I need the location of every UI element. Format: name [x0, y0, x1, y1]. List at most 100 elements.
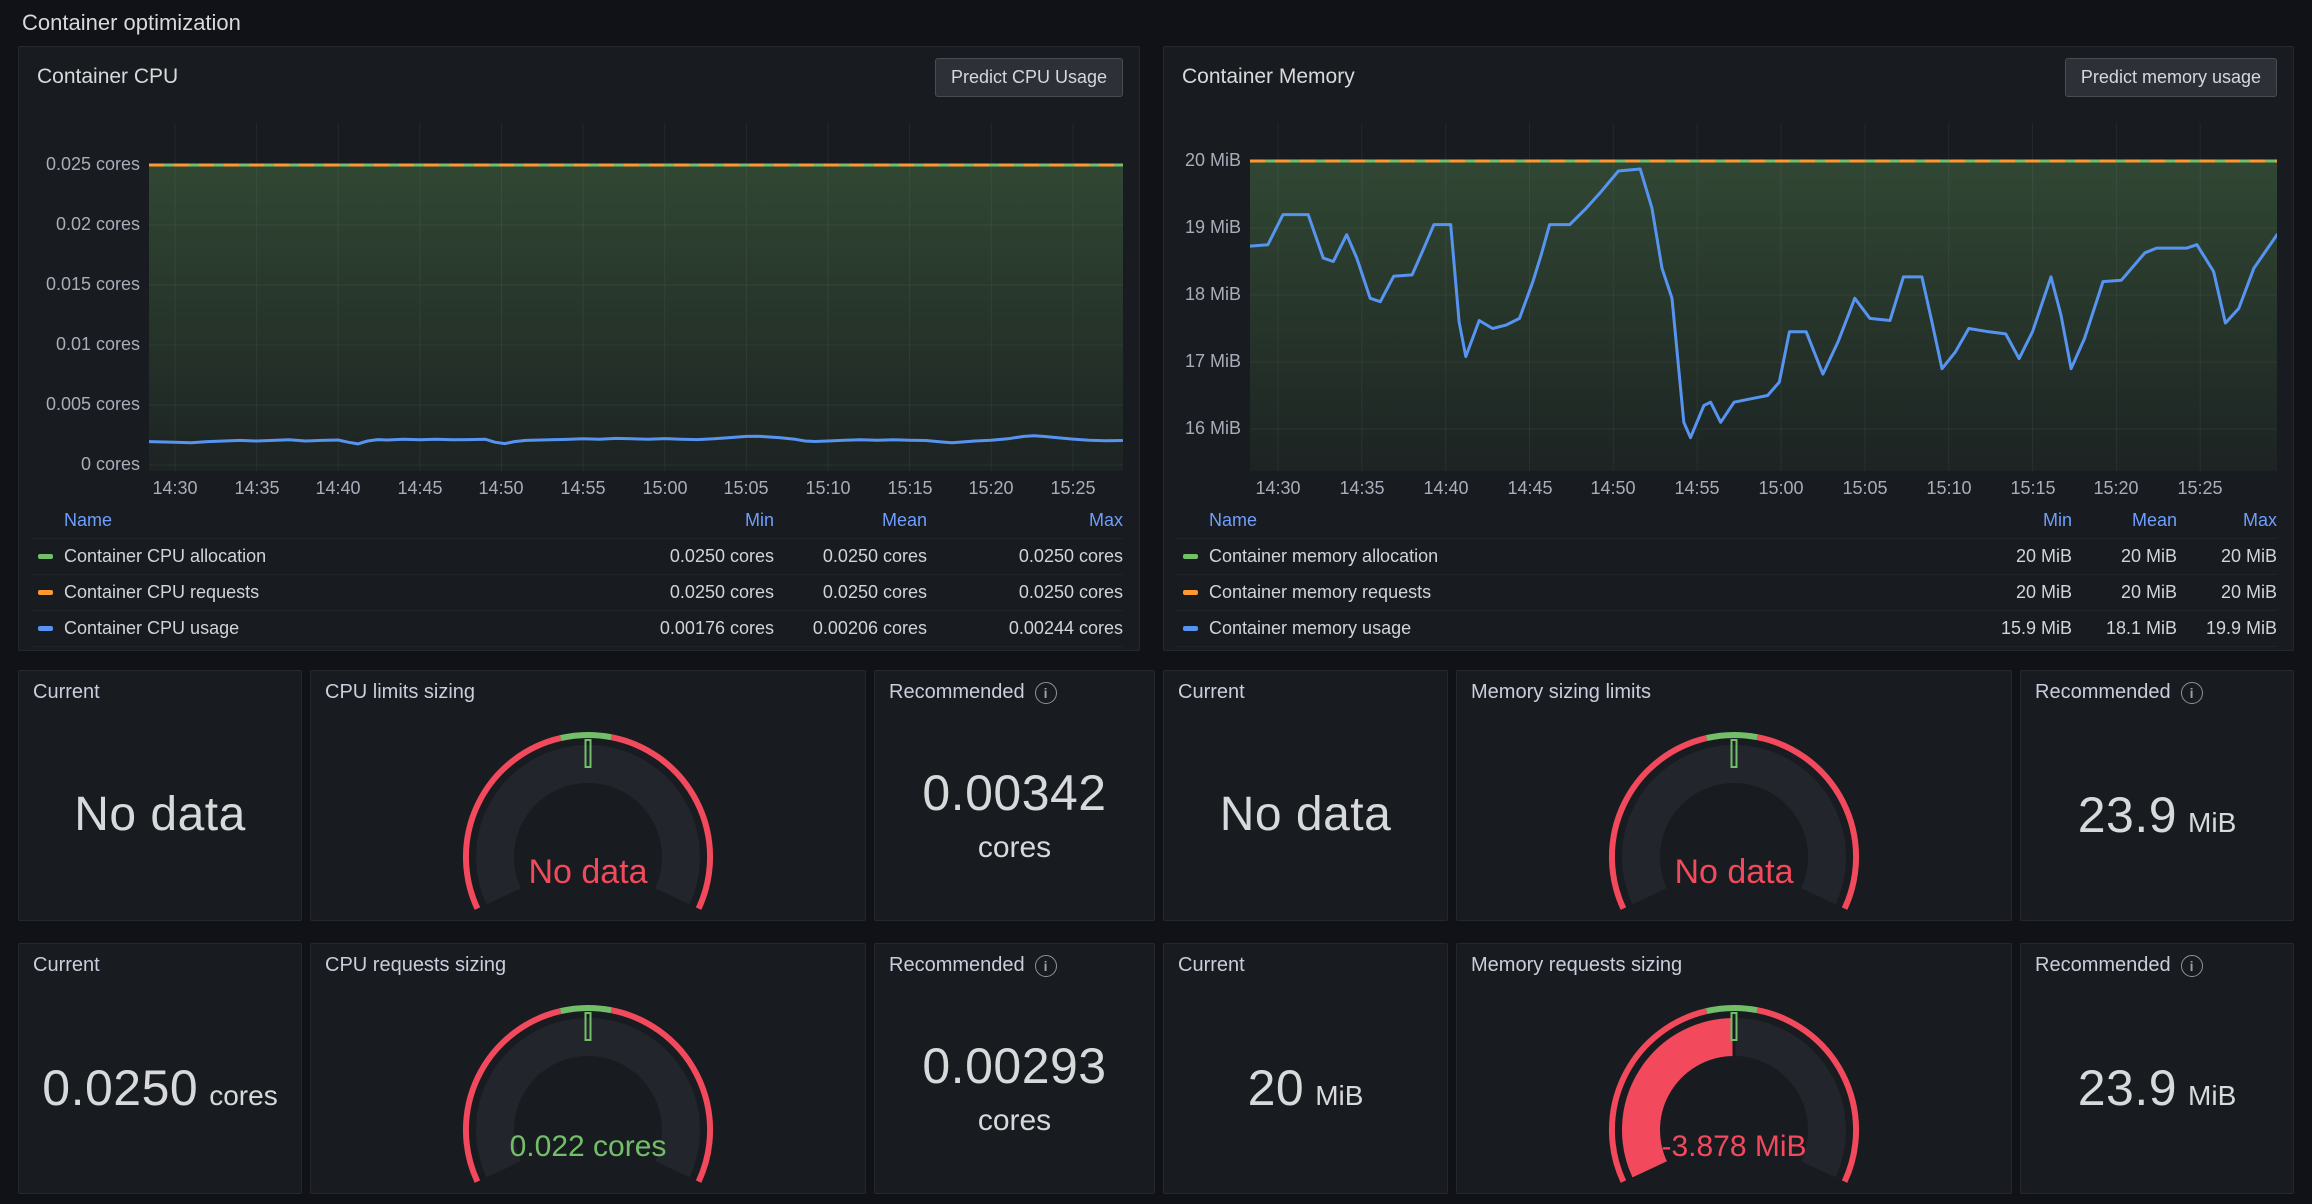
stat-title: Recommended — [889, 681, 1025, 704]
x-tick-label: 15:05 — [706, 478, 786, 499]
memory-y-axis: 16 MiB17 MiB18 MiB19 MiB20 MiB — [1176, 123, 1250, 471]
y-tick-label: 19 MiB — [1185, 217, 1241, 238]
x-tick-label: 14:40 — [1406, 478, 1486, 499]
series-mean: 20 MiB — [2072, 582, 2177, 603]
series-name: Container memory allocation — [1209, 546, 1438, 567]
x-tick-label: 15:00 — [625, 478, 705, 499]
memory-legend: Name Min Mean Max Container memory alloc… — [1176, 503, 2277, 647]
legend-header-max[interactable]: Max — [2177, 510, 2277, 531]
legend-row: Container CPU requests 0.0250 cores 0.02… — [31, 575, 1123, 611]
gauge-panel-memory-requests-sizing: -3.878 MiB Memory requests sizing — [1456, 943, 2012, 1194]
svg-text:-3.878 MiB: -3.878 MiB — [1661, 1130, 1806, 1163]
info-icon[interactable]: i — [1035, 682, 1057, 704]
stat-panel-current-cpu-limit: Current No data — [18, 670, 302, 921]
x-tick-label: 14:55 — [1657, 478, 1737, 499]
stat-panel-recommended-cpu-request: Recommended i 0.00293 cores — [874, 943, 1155, 1194]
stat-unit: MiB — [2188, 1080, 2236, 1112]
x-tick-label: 14:45 — [1490, 478, 1570, 499]
memory-chart: 16 MiB17 MiB18 MiB19 MiB20 MiB 14:3014:3… — [1176, 123, 2277, 501]
legend-series-memory-allocation[interactable]: Container memory allocation — [1176, 546, 1932, 567]
legend-row: Container memory allocation 20 MiB 20 Mi… — [1176, 539, 2277, 575]
y-tick-label: 0.005 cores — [46, 394, 140, 415]
x-tick-label: 15:00 — [1741, 478, 1821, 499]
series-max: 0.00244 cores — [927, 618, 1123, 639]
series-name: Container memory usage — [1209, 618, 1411, 639]
legend-row: Container CPU usage 0.00176 cores 0.0020… — [31, 611, 1123, 647]
legend-header-mean[interactable]: Mean — [774, 510, 927, 531]
cpu-legend: Name Min Mean Max Container CPU allocati… — [31, 503, 1123, 647]
series-max: 0.0250 cores — [927, 546, 1123, 567]
stat-value: 0.0250 — [42, 1061, 198, 1116]
legend-header-min[interactable]: Min — [604, 510, 774, 531]
stat-title: Memory requests sizing — [1471, 954, 1682, 977]
series-min: 0.0250 cores — [604, 546, 774, 567]
container-memory-panel: Container Memory Predict memory usage 16… — [1163, 46, 2294, 651]
x-tick-label: 14:50 — [1573, 478, 1653, 499]
info-icon[interactable]: i — [2181, 682, 2203, 704]
y-tick-label: 18 MiB — [1185, 284, 1241, 305]
gauge-panel-cpu-requests-sizing: 0.022 cores CPU requests sizing — [310, 943, 866, 1194]
series-mean: 0.0250 cores — [774, 546, 927, 567]
stat-panel-recommended-cpu-limit: Recommended i 0.00342 cores — [874, 670, 1155, 921]
legend-header-mean[interactable]: Mean — [2072, 510, 2177, 531]
predict-memory-usage-button[interactable]: Predict memory usage — [2065, 58, 2277, 97]
legend-header-name[interactable]: Name — [31, 510, 604, 531]
x-tick-label: 15:15 — [1993, 478, 2073, 499]
stat-title: Current — [33, 954, 100, 977]
x-tick-label: 14:35 — [1322, 478, 1402, 499]
cpu-requests-gauge: 0.022 cores — [311, 944, 865, 1193]
svg-text:No data: No data — [528, 853, 647, 891]
stat-unit: cores — [978, 1104, 1051, 1138]
x-tick-label: 15:20 — [951, 478, 1031, 499]
stat-value: 0.00342 — [922, 766, 1106, 821]
x-tick-label: 14:40 — [298, 478, 378, 499]
stat-title: Current — [33, 681, 100, 704]
x-tick-label: 15:25 — [1033, 478, 1113, 499]
container-cpu-panel: Container CPU Predict CPU Usage 0 cores0… — [18, 46, 1140, 651]
panel-header: Container Memory Predict memory usage — [1176, 55, 2277, 99]
legend-series-cpu-usage[interactable]: Container CPU usage — [31, 618, 604, 639]
series-color-chip — [38, 626, 53, 631]
series-mean: 20 MiB — [2072, 546, 2177, 567]
y-tick-label: 20 MiB — [1185, 150, 1241, 171]
svg-text:No data: No data — [1674, 853, 1793, 891]
predict-cpu-usage-button[interactable]: Predict CPU Usage — [935, 58, 1123, 97]
legend-series-cpu-allocation[interactable]: Container CPU allocation — [31, 546, 604, 567]
legend-header-max[interactable]: Max — [927, 510, 1123, 531]
stat-value: 23.9 — [2078, 788, 2177, 843]
series-max: 19.9 MiB — [2177, 618, 2277, 639]
series-min: 0.00176 cores — [604, 618, 774, 639]
info-icon[interactable]: i — [1035, 955, 1057, 977]
stat-title: Recommended — [889, 954, 1025, 977]
gauge-panel-memory-sizing-limits: No data Memory sizing limits — [1456, 670, 2012, 921]
x-tick-label: 14:55 — [543, 478, 623, 499]
stat-unit: MiB — [1315, 1080, 1363, 1112]
cpu-plot-area[interactable] — [149, 123, 1123, 471]
memory-plot-area[interactable] — [1250, 123, 2277, 471]
stat-unit: cores — [978, 831, 1051, 865]
legend-header-name[interactable]: Name — [1176, 510, 1932, 531]
x-tick-label: 14:45 — [380, 478, 460, 499]
legend-series-memory-requests[interactable]: Container memory requests — [1176, 582, 1932, 603]
series-name: Container CPU allocation — [64, 546, 266, 567]
stat-panel-recommended-memory-request: Recommended i 23.9 MiB — [2020, 943, 2294, 1194]
legend-header-min[interactable]: Min — [1932, 510, 2072, 531]
memory-limits-gauge: No data — [1457, 671, 2011, 920]
legend-row: Container memory requests 20 MiB 20 MiB … — [1176, 575, 2277, 611]
legend-series-cpu-requests[interactable]: Container CPU requests — [31, 582, 604, 603]
dashboard-page: Container optimization Container CPU Pre… — [0, 0, 2312, 1194]
series-name: Container memory requests — [1209, 582, 1431, 603]
cpu-limits-gauge: No data — [311, 671, 865, 920]
x-tick-label: 15:15 — [870, 478, 950, 499]
info-icon[interactable]: i — [2181, 955, 2203, 977]
stat-panel-current-memory-request: Current 20 MiB — [1163, 943, 1448, 1194]
gauge-panel-cpu-limits-sizing: No data CPU limits sizing — [310, 670, 866, 921]
legend-header-row: Name Min Mean Max — [1176, 503, 2277, 539]
stat-value: 20 — [1248, 1061, 1305, 1116]
cpu-y-axis: 0 cores0.005 cores0.01 cores0.015 cores0… — [31, 123, 149, 471]
series-color-chip — [1183, 626, 1198, 631]
page-title: Container optimization — [18, 6, 2294, 46]
legend-series-memory-usage[interactable]: Container memory usage — [1176, 618, 1932, 639]
stat-panel-current-memory-limit: Current No data — [1163, 670, 1448, 921]
y-tick-label: 0 cores — [81, 454, 140, 475]
